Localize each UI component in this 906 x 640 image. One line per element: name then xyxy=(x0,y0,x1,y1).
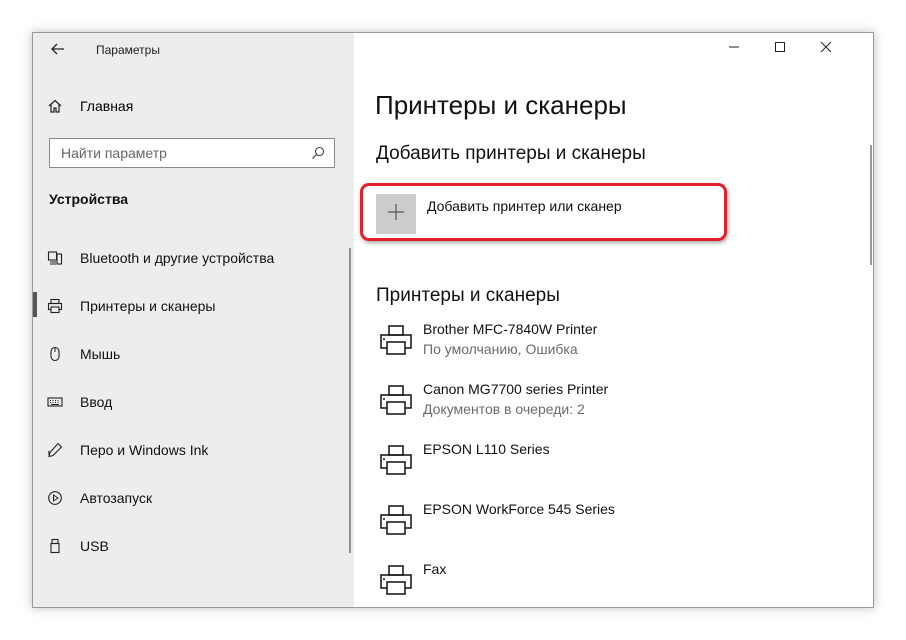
plus-tile[interactable] xyxy=(376,194,416,234)
sidebar: Параметры Главная Устройства Bluetooth и… xyxy=(33,33,354,607)
search-input[interactable] xyxy=(61,145,301,161)
sidebar-item-mouse[interactable]: Мышь xyxy=(47,338,337,370)
add-section-title: Добавить принтеры и сканеры xyxy=(376,143,646,164)
printer-name: EPSON WorkForce 545 Series xyxy=(423,501,615,517)
search-box[interactable] xyxy=(49,138,335,168)
printer-item[interactable]: EPSON WorkForce 545 Series xyxy=(378,499,858,549)
sidebar-item-home[interactable]: Главная xyxy=(47,93,337,119)
close-button[interactable] xyxy=(803,33,849,65)
bluetooth-devices-icon xyxy=(47,250,67,266)
sidebar-scrollbar[interactable] xyxy=(349,248,351,553)
printer-name: EPSON L110 Series xyxy=(423,441,550,457)
printer-list-title: Принтеры и сканеры xyxy=(376,285,560,306)
sidebar-item-bluetooth[interactable]: Bluetooth и другие устройства xyxy=(47,242,337,274)
printer-icon xyxy=(47,298,67,314)
printer-name: Fax xyxy=(423,561,447,577)
sidebar-item-printers[interactable]: Принтеры и сканеры xyxy=(47,290,337,322)
printer-status: Документов в очереди: 2 xyxy=(423,401,585,417)
sidebar-item-label: Принтеры и сканеры xyxy=(80,298,216,314)
back-button[interactable] xyxy=(43,39,73,63)
maximize-icon xyxy=(774,40,786,58)
active-item-marker xyxy=(33,292,37,317)
pen-icon xyxy=(47,442,67,458)
maximize-button[interactable] xyxy=(757,33,803,65)
autoplay-icon xyxy=(47,490,67,506)
sidebar-item-label: Автозапуск xyxy=(80,490,153,506)
sidebar-item-label: Bluetooth и другие устройства xyxy=(80,250,275,266)
main-content: Принтеры и сканеры Добавить принтеры и с… xyxy=(354,33,873,607)
sidebar-item-pen[interactable]: Перо и Windows Ink xyxy=(47,434,337,466)
printer-name: Canon MG7700 series Printer xyxy=(423,381,609,397)
search-icon[interactable] xyxy=(310,145,326,166)
sidebar-item-label: Мышь xyxy=(80,346,121,362)
usb-icon xyxy=(47,538,67,554)
printer-item[interactable]: Brother MFC-7840W Printer По умолчанию, … xyxy=(378,319,858,369)
close-icon xyxy=(820,40,832,58)
plus-icon xyxy=(387,203,405,226)
mouse-icon xyxy=(47,346,67,362)
printer-status: По умолчанию, Ошибка xyxy=(423,341,578,357)
printer-icon xyxy=(378,382,414,418)
printer-name: Brother MFC-7840W Printer xyxy=(423,321,598,337)
app-title: Параметры xyxy=(96,43,160,57)
sidebar-item-usb[interactable]: USB xyxy=(47,530,337,562)
home-label: Главная xyxy=(80,98,134,114)
home-icon xyxy=(47,98,67,114)
printer-icon xyxy=(378,562,414,598)
page-title: Принтеры и сканеры xyxy=(375,90,627,120)
printer-item[interactable]: Fax xyxy=(378,559,858,607)
back-arrow-icon xyxy=(51,42,65,60)
minimize-icon xyxy=(728,40,740,58)
sidebar-item-label: USB xyxy=(80,538,109,554)
add-printer-button[interactable]: Добавить принтер или сканер xyxy=(376,194,622,234)
printer-icon xyxy=(378,502,414,538)
add-printer-label: Добавить принтер или сканер xyxy=(427,198,622,214)
keyboard-icon xyxy=(47,394,67,410)
settings-window: Параметры Главная Устройства Bluetooth и… xyxy=(32,32,874,608)
printer-item[interactable]: EPSON L110 Series xyxy=(378,439,858,489)
sidebar-item-autoplay[interactable]: Автозапуск xyxy=(47,482,337,514)
sidebar-item-label: Перо и Windows Ink xyxy=(80,442,209,458)
minimize-button[interactable] xyxy=(711,33,757,65)
printer-item[interactable]: Canon MG7700 series Printer Документов в… xyxy=(378,379,858,429)
sidebar-item-label: Ввод xyxy=(80,394,113,410)
sidebar-item-input[interactable]: Ввод xyxy=(47,386,337,418)
printer-icon xyxy=(378,442,414,478)
main-scrollbar[interactable] xyxy=(870,145,872,265)
printer-icon xyxy=(378,322,414,358)
sidebar-section-title: Устройства xyxy=(49,191,129,207)
